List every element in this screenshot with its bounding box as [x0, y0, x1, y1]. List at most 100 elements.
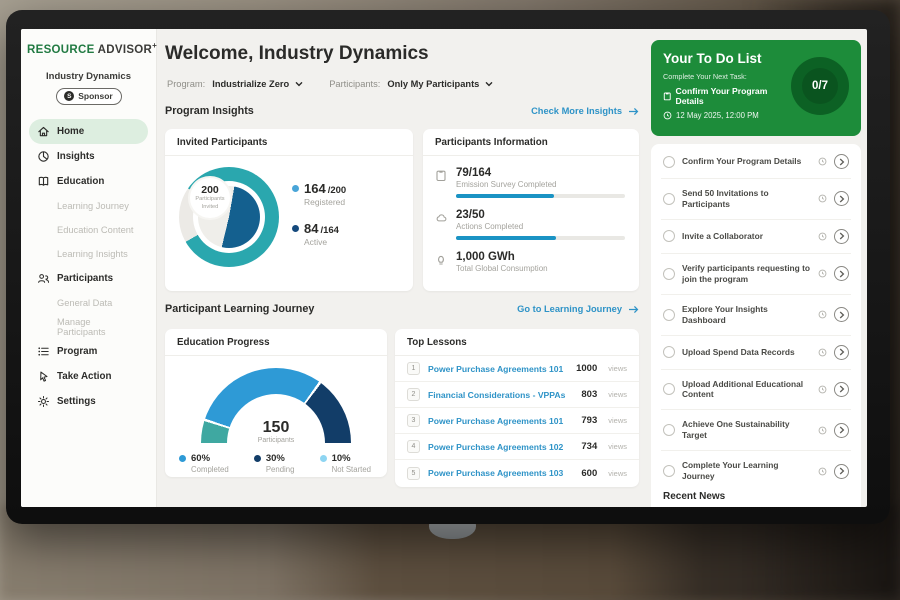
sidebar-item-learning-journey[interactable]: Learning Journey: [29, 194, 148, 218]
legend-completed: 60% Completed: [179, 453, 229, 474]
sidebar-item-take-action[interactable]: Take Action: [29, 364, 148, 389]
lesson-link[interactable]: Power Purchase Agreements 101: [428, 416, 573, 426]
sidebar-item-label: Education Content: [57, 225, 134, 235]
take-action-icon: [37, 370, 50, 383]
clock-icon: [818, 467, 827, 476]
card-title: Participants Information: [423, 129, 639, 156]
chevron-right-icon[interactable]: [834, 307, 849, 322]
todo-title: Your To Do List: [663, 51, 791, 66]
insights-icon: [37, 150, 50, 163]
sidebar-item-label: Program: [57, 346, 97, 357]
task-row-achieve-sustainability-target[interactable]: Achieve One Sustainability Target: [661, 410, 851, 451]
task-row-confirm-program-details[interactable]: Confirm Your Program Details: [661, 145, 851, 179]
arrow-right-icon: [628, 305, 639, 314]
task-row-invite-collaborator[interactable]: Invite a Collaborator: [661, 220, 851, 254]
card-title: Education Progress: [165, 329, 387, 356]
lesson-link[interactable]: Power Purchase Agreements 101: [428, 364, 568, 374]
sidebar-nav: Home Insights Education: [21, 119, 156, 414]
chevron-right-icon[interactable]: [834, 464, 849, 479]
task-row-upload-spend-data[interactable]: Upload Spend Data Records: [661, 336, 851, 370]
logo-plus: +: [152, 41, 157, 50]
task-checkbox[interactable]: [663, 268, 675, 280]
chevron-down-icon: [295, 81, 303, 87]
program-insights-header: Program Insights Check More Insights: [165, 105, 639, 117]
logo-advisor: ADVISOR: [98, 44, 153, 56]
card-title: Invited Participants: [165, 129, 413, 156]
todo-progress-count: 0/7: [812, 80, 828, 92]
sidebar-item-education[interactable]: Education: [29, 169, 148, 194]
lesson-row: 3 Power Purchase Agreements 101 793 view…: [395, 408, 639, 434]
info-row-consumption: 1,000 GWh Total Global Consumption: [435, 251, 625, 273]
home-icon: [37, 125, 50, 138]
arrow-right-icon: [628, 107, 639, 116]
invited-legend: 164 /200 Registered 84 /164 Active: [292, 173, 346, 261]
survey-icon: [435, 167, 448, 198]
info-row-actions: 23/50 Actions Completed: [435, 209, 625, 240]
invited-participants-card: Invited Participants 200 Participants In…: [165, 129, 413, 291]
program-select[interactable]: Industrialize Zero: [212, 79, 303, 89]
todo-progress-ring: 0/7: [791, 57, 849, 115]
chevron-right-icon[interactable]: [834, 229, 849, 244]
sidebar-item-label: Education: [57, 176, 104, 187]
emission-survey-progressbar: [456, 194, 625, 198]
sidebar-item-education-content[interactable]: Education Content: [29, 218, 148, 242]
lesson-link[interactable]: Power Purchase Agreements 103: [428, 468, 573, 478]
sidebar-item-label: Home: [57, 126, 84, 137]
sidebar-item-label: Manage Participants: [57, 317, 140, 337]
check-more-insights-link[interactable]: Check More Insights: [531, 106, 639, 116]
task-checkbox[interactable]: [663, 465, 675, 477]
chevron-right-icon[interactable]: [834, 191, 849, 206]
chevron-right-icon[interactable]: [834, 382, 849, 397]
lesson-link[interactable]: Power Purchase Agreements 102: [428, 442, 573, 452]
task-checkbox[interactable]: [663, 309, 675, 321]
chevron-down-icon: [485, 81, 493, 87]
task-checkbox[interactable]: [663, 346, 675, 358]
recent-news-card: Recent News: [651, 481, 861, 507]
lesson-link[interactable]: Financial Considerations - VPPAs: [428, 390, 573, 400]
clock-icon: [818, 157, 827, 166]
todo-task-list-card: Confirm Your Program Details Send 50 Inv…: [651, 144, 861, 507]
task-checkbox[interactable]: [663, 156, 675, 168]
sidebar-item-insights[interactable]: Insights: [29, 144, 148, 169]
monitor-bezel: RESOURCE ADVISOR+ Industry Dynamics S Sp…: [6, 10, 890, 524]
actions-progressbar: [456, 236, 625, 240]
participants-information-card: Participants Information 79/164 Emission…: [423, 129, 639, 291]
chevron-right-icon[interactable]: [834, 423, 849, 438]
task-row-verify-participants[interactable]: Verify participants requesting to join t…: [661, 254, 851, 295]
task-checkbox[interactable]: [663, 383, 675, 395]
legend-active: 84 /164 Active: [292, 221, 346, 247]
task-row-send-invitations[interactable]: Send 50 Invitations to Participants: [661, 179, 851, 220]
clock-icon: [818, 385, 827, 394]
learning-journey-header: Participant Learning Journey Go to Learn…: [165, 303, 639, 315]
participants-select[interactable]: Only My Participants: [387, 79, 493, 89]
task-checkbox[interactable]: [663, 230, 675, 242]
task-row-explore-insights[interactable]: Explore Your Insights Dashboard: [661, 295, 851, 336]
sidebar-item-label: Participants: [57, 273, 113, 284]
chevron-right-icon[interactable]: [834, 154, 849, 169]
sidebar-item-participants[interactable]: Participants: [29, 266, 148, 291]
go-to-learning-journey-link[interactable]: Go to Learning Journey: [517, 304, 639, 314]
section-title-learning-journey: Participant Learning Journey: [165, 303, 314, 315]
sidebar-item-program[interactable]: Program: [29, 339, 148, 364]
sponsor-badge[interactable]: S Sponsor: [56, 88, 122, 105]
legend-not-started: 10% Not Started: [320, 453, 371, 474]
lesson-row: 5 Power Purchase Agreements 103 600 view…: [395, 460, 639, 486]
invited-donut-chart: 200 Participants Invited: [179, 167, 279, 267]
sidebar-item-general-data[interactable]: General Data: [29, 291, 148, 315]
sidebar-item-learning-insights[interactable]: Learning Insights: [29, 242, 148, 266]
sidebar-item-manage-participants[interactable]: Manage Participants: [29, 315, 148, 339]
sidebar-item-home[interactable]: Home: [29, 119, 148, 144]
task-row-upload-educational-content[interactable]: Upload Additional Educational Content: [661, 370, 851, 411]
chevron-right-icon[interactable]: [834, 345, 849, 360]
top-lessons-card: Top Lessons 1 Power Purchase Agreements …: [395, 329, 639, 487]
task-checkbox[interactable]: [663, 193, 675, 205]
task-checkbox[interactable]: [663, 424, 675, 436]
sidebar-item-settings[interactable]: Settings: [29, 389, 148, 414]
section-title-program-insights: Program Insights: [165, 105, 254, 117]
todo-next-task[interactable]: Confirm Your Program Details: [663, 86, 791, 106]
clock-icon: [818, 310, 827, 319]
chevron-right-icon[interactable]: [834, 266, 849, 281]
sidebar-item-label: Settings: [57, 396, 96, 407]
photo-background: RESOURCE ADVISOR+ Industry Dynamics S Sp…: [0, 0, 900, 600]
org-name: Industry Dynamics: [21, 71, 156, 82]
